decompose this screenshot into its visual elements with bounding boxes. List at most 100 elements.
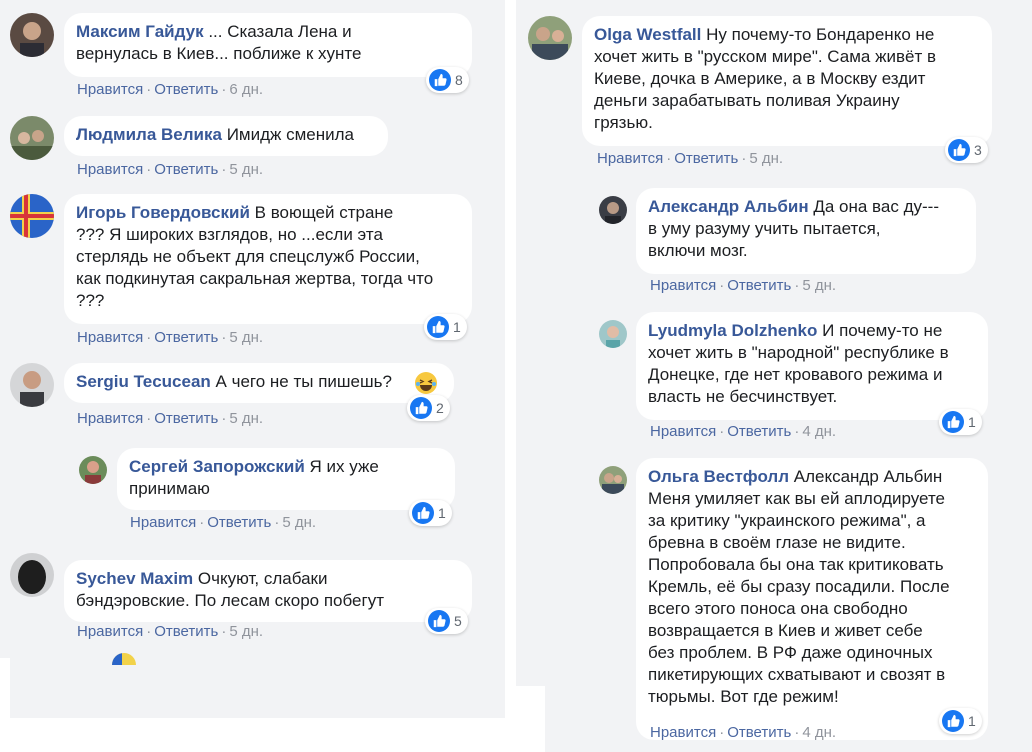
- comment-bubble: Игорь Говердовский В воющей стране ??? Я…: [64, 194, 472, 324]
- comment-bubble: Sychev Maxim Очкуют, слабаки бэндэровски…: [64, 560, 472, 622]
- separator: ·: [221, 81, 227, 98]
- comment-author[interactable]: Sychev Maxim: [76, 569, 193, 588]
- separator: ·: [199, 514, 205, 531]
- reply-link[interactable]: Ответить: [154, 623, 218, 640]
- avatar[interactable]: [79, 456, 107, 484]
- comment-author[interactable]: Игорь Говердовский: [76, 203, 250, 222]
- reaction-count-value: 1: [438, 505, 446, 521]
- separator: ·: [146, 623, 152, 640]
- reaction-count[interactable]: 1: [939, 708, 982, 734]
- like-link[interactable]: Нравится: [650, 423, 716, 440]
- separator: ·: [719, 423, 725, 440]
- reaction-count-value: 2: [436, 400, 444, 416]
- like-link[interactable]: Нравится: [597, 150, 663, 167]
- like-link[interactable]: Нравится: [650, 277, 716, 294]
- thumbs-up-icon: [942, 710, 964, 732]
- comment-author[interactable]: Lyudmyla Dolzhenko: [648, 321, 817, 340]
- reaction-count-value: 8: [455, 72, 463, 88]
- thumbs-up-icon: [942, 411, 964, 433]
- comment-actions: Нравится · Ответить · 5 дн.: [77, 410, 263, 427]
- reaction-count-value: 1: [968, 414, 976, 430]
- comment-author[interactable]: Александр Альбин: [648, 197, 809, 216]
- comment-author[interactable]: Olga Westfall: [594, 25, 701, 44]
- avatar[interactable]: [10, 116, 54, 160]
- thumbs-up-icon: [948, 139, 970, 161]
- comment-age[interactable]: 5 дн.: [229, 329, 263, 346]
- reaction-count[interactable]: 1: [939, 409, 982, 435]
- comment-author[interactable]: Сергей Запорожский: [129, 457, 305, 476]
- separator: ·: [719, 277, 725, 294]
- reply-link[interactable]: Ответить: [727, 724, 791, 741]
- comment-actions: Нравится · Ответить · 5 дн.: [77, 329, 263, 346]
- avatar[interactable]: [599, 320, 627, 348]
- comment-age[interactable]: 5 дн.: [802, 277, 836, 294]
- comment-age[interactable]: 5 дн.: [282, 514, 316, 531]
- comment-age[interactable]: 4 дн.: [802, 724, 836, 741]
- reaction-count[interactable]: 1: [409, 500, 452, 526]
- comment-author[interactable]: Ольга Вестфолл: [648, 467, 789, 486]
- avatar[interactable]: [528, 16, 572, 60]
- reply-link[interactable]: Ответить: [727, 423, 791, 440]
- comment-bubble: Ольга Вестфолл Александр Альбин Меня уми…: [636, 458, 988, 740]
- separator: ·: [794, 277, 800, 294]
- separator: ·: [146, 161, 152, 178]
- comment-actions: Нравится · Ответить · 4 дн.: [650, 423, 836, 440]
- laughing-emoji-icon: [415, 372, 437, 394]
- like-link[interactable]: Нравится: [77, 81, 143, 98]
- like-link[interactable]: Нравится: [77, 623, 143, 640]
- comment-age[interactable]: 5 дн.: [229, 410, 263, 427]
- avatar[interactable]: [10, 13, 54, 57]
- like-link[interactable]: Нравится: [77, 410, 143, 427]
- comment-author[interactable]: Максим Гайдук: [76, 22, 204, 41]
- reaction-count[interactable]: 5: [425, 608, 468, 634]
- comment-actions: Нравится · Ответить · 4 дн.: [650, 724, 836, 741]
- comment-bubble: Людмила Велика Имидж сменила: [64, 116, 388, 156]
- thumbs-up-icon: [428, 610, 450, 632]
- comment-author[interactable]: Sergiu Tecucean: [76, 372, 211, 391]
- like-link[interactable]: Нравится: [77, 161, 143, 178]
- thumbs-up-icon: [429, 69, 451, 91]
- avatar[interactable]: [599, 466, 627, 494]
- comment-bubble: Сергей Запорожский Я их уже принимаю: [117, 448, 455, 510]
- separator: ·: [794, 423, 800, 440]
- avatar[interactable]: [10, 363, 54, 407]
- reaction-count-value: 1: [453, 319, 461, 335]
- comment-age[interactable]: 5 дн.: [229, 623, 263, 640]
- comment-bubble: Lyudmyla Dolzhenko И почему-то не хочет …: [636, 312, 988, 420]
- comment-age[interactable]: 6 дн.: [229, 81, 263, 98]
- reaction-count[interactable]: 2: [407, 395, 450, 421]
- reply-link[interactable]: Ответить: [154, 410, 218, 427]
- reply-link[interactable]: Ответить: [154, 161, 218, 178]
- thumbs-up-icon: [427, 316, 449, 338]
- comment-age[interactable]: 4 дн.: [802, 423, 836, 440]
- reaction-count[interactable]: 3: [945, 137, 988, 163]
- comment-text: Александр Альбин Меня умиляет как вы ей …: [648, 467, 950, 706]
- reaction-count[interactable]: 8: [426, 67, 469, 93]
- separator: ·: [221, 329, 227, 346]
- thumbs-up-icon: [412, 502, 434, 524]
- comment-age[interactable]: 5 дн.: [749, 150, 783, 167]
- reply-link[interactable]: Ответить: [727, 277, 791, 294]
- comment-text: Имидж сменила: [221, 125, 355, 144]
- like-link[interactable]: Нравится: [130, 514, 196, 531]
- comment-author[interactable]: Людмила Велика: [76, 125, 222, 144]
- comment-bubble: Olga Westfall Ну почему-то Бондаренко не…: [582, 16, 992, 146]
- reaction-count[interactable]: 1: [424, 314, 467, 340]
- avatar[interactable]: [599, 196, 627, 224]
- separator: ·: [794, 724, 800, 741]
- comment-age[interactable]: 5 дн.: [229, 161, 263, 178]
- separator: ·: [221, 623, 227, 640]
- reaction-count-value: 1: [968, 713, 976, 729]
- reply-link[interactable]: Ответить: [154, 329, 218, 346]
- comment-actions: Нравится · Ответить · 6 дн.: [77, 81, 263, 98]
- comment-actions: Нравится · Ответить · 5 дн.: [77, 161, 263, 178]
- reply-link[interactable]: Ответить: [154, 81, 218, 98]
- reply-link[interactable]: Ответить: [207, 514, 271, 531]
- like-link[interactable]: Нравится: [77, 329, 143, 346]
- reply-link[interactable]: Ответить: [674, 150, 738, 167]
- avatar[interactable]: [10, 553, 54, 597]
- like-link[interactable]: Нравится: [650, 724, 716, 741]
- avatar[interactable]: [10, 194, 54, 238]
- separator: ·: [146, 81, 152, 98]
- separator: ·: [666, 150, 672, 167]
